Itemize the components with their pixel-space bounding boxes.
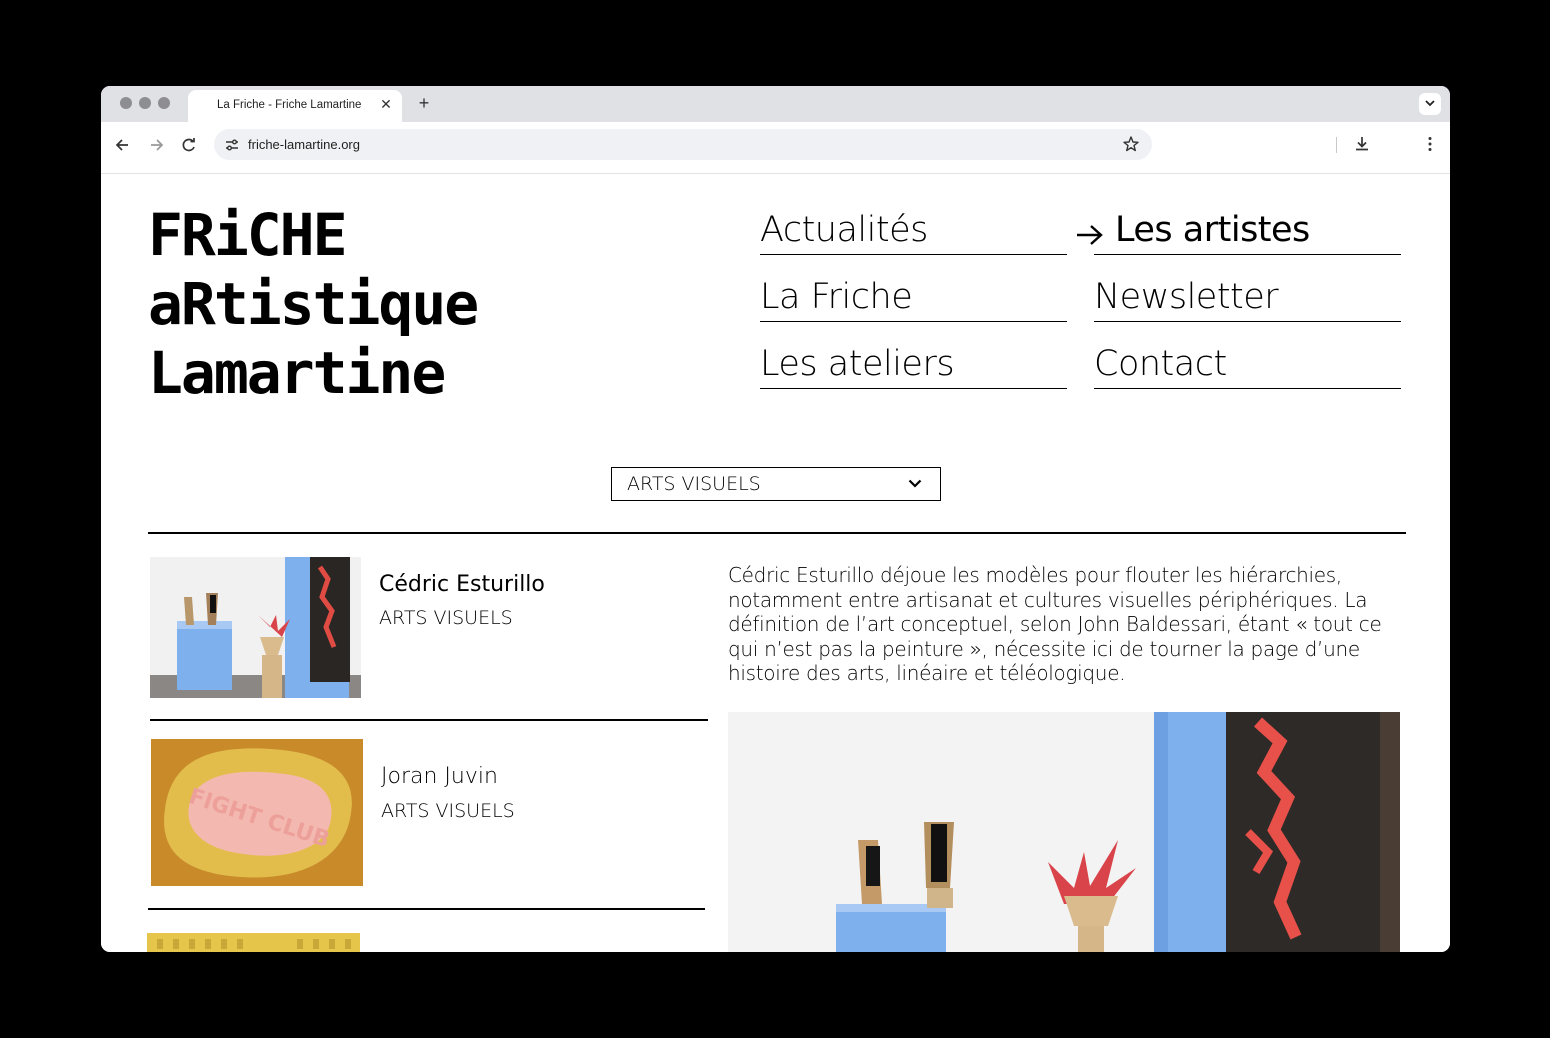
url-text: friche-lamartine.org — [248, 137, 360, 152]
logo-line-3: Lamartine — [148, 339, 446, 407]
nav-contact[interactable]: Contact — [1094, 335, 1401, 389]
artist-hero-image — [728, 712, 1400, 952]
category-filter-select[interactable]: ARTS VISUELS — [611, 467, 941, 501]
back-arrow-icon — [115, 139, 128, 151]
bookmark-star-icon[interactable] — [1122, 135, 1140, 153]
tab-search-button[interactable] — [1419, 93, 1441, 115]
sculpture-installation-image — [728, 712, 1400, 952]
download-icon[interactable] — [1352, 134, 1372, 154]
reload-button[interactable] — [178, 134, 200, 156]
nav-les-artistes-label: Les artistes — [1115, 210, 1310, 250]
list-divider — [150, 719, 708, 721]
list-divider — [148, 908, 705, 910]
toolbar-separator — [1336, 137, 1337, 153]
active-tab[interactable]: La Friche - Friche Lamartine ✕ — [188, 90, 402, 122]
browser-window: La Friche - Friche Lamartine ✕ + friche-… — [101, 86, 1450, 952]
artist-category: ARTS VISUELS — [381, 800, 515, 822]
sculpture-photo-image — [150, 557, 361, 698]
tab-close-icon[interactable]: ✕ — [378, 96, 394, 112]
reload-icon — [182, 138, 195, 152]
minimize-window-button[interactable] — [139, 97, 151, 109]
new-tab-button[interactable]: + — [414, 93, 434, 113]
more-menu-icon[interactable] — [1420, 134, 1440, 154]
browser-toolbar: friche-lamartine.org — [101, 122, 1450, 174]
web-page: FRiCHE aRtistique Lamartine Actualités L… — [101, 175, 1450, 952]
section-divider — [148, 532, 1406, 534]
artist-name[interactable]: Cédric Esturillo — [379, 572, 545, 597]
current-page-arrow-icon — [1077, 225, 1103, 245]
artist-name[interactable]: Joran Juvin — [381, 764, 498, 789]
nav-actualites-label: Actualités — [760, 210, 928, 250]
artist-category: ARTS VISUELS — [379, 607, 513, 629]
nav-contact-label: Contact — [1094, 344, 1227, 384]
artist-description: Cédric Esturillo déjoue les modèles pour… — [728, 563, 1382, 685]
site-info-icon[interactable] — [224, 137, 240, 153]
window-controls — [120, 97, 170, 109]
nav-newsletter[interactable]: Newsletter — [1094, 268, 1401, 322]
category-filter-value: ARTS VISUELS — [627, 473, 761, 495]
chevron-down-icon — [908, 479, 922, 488]
nav-les-ateliers-label: Les ateliers — [760, 344, 955, 384]
tab-title: La Friche - Friche Lamartine — [217, 99, 362, 111]
chevron-down-icon — [1425, 100, 1435, 107]
logo-line-2: aRtistique — [148, 270, 479, 338]
back-button[interactable] — [112, 134, 134, 156]
nav-la-friche[interactable]: La Friche — [760, 268, 1067, 322]
artist-thumbnail-joran-juvin[interactable]: FIGHT CLUB — [151, 739, 363, 886]
forward-button[interactable] — [145, 134, 167, 156]
address-bar[interactable]: friche-lamartine.org — [214, 129, 1152, 160]
nav-les-ateliers[interactable]: Les ateliers — [760, 335, 1067, 389]
zoom-window-button[interactable] — [158, 97, 170, 109]
site-logo[interactable]: FRiCHE aRtistique Lamartine — [148, 201, 479, 408]
tab-strip: La Friche - Friche Lamartine ✕ + — [101, 86, 1450, 122]
nav-les-artistes[interactable]: Les artistes — [1077, 201, 1401, 255]
artist-thumbnail-building[interactable] — [147, 933, 360, 952]
close-window-button[interactable] — [120, 97, 132, 109]
logo-line-1: FRiCHE — [148, 201, 348, 269]
forward-arrow-icon — [151, 139, 164, 151]
nav-la-friche-label: La Friche — [760, 277, 913, 317]
building-photo-image — [147, 933, 360, 952]
nav-newsletter-label: Newsletter — [1094, 277, 1279, 317]
nav-actualites[interactable]: Actualités — [760, 201, 1067, 255]
artist-thumbnail-cedric-esturillo[interactable] — [150, 557, 361, 698]
soap-dish-image: FIGHT CLUB — [151, 739, 363, 886]
